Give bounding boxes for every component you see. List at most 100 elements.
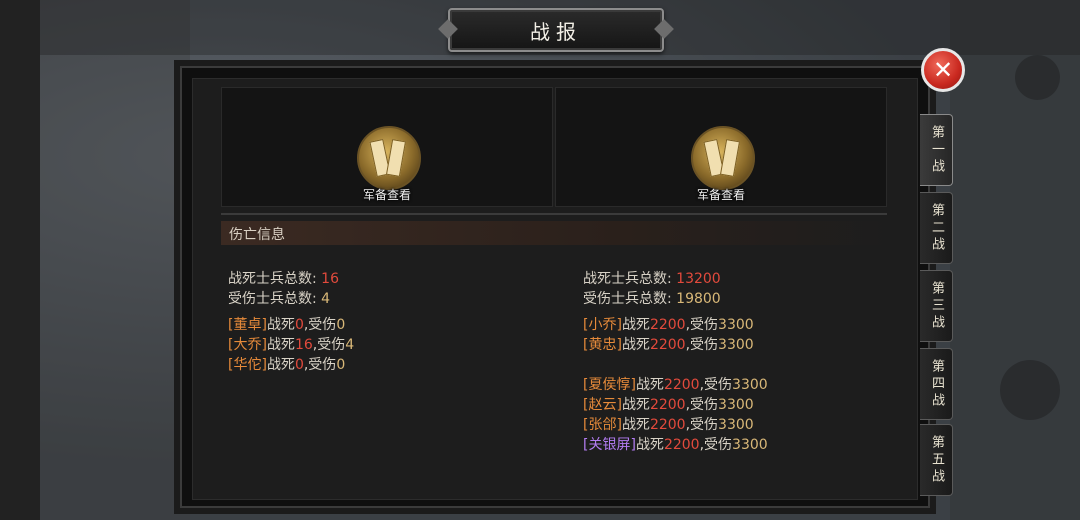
- dead-total-label: 战死士兵总数:: [228, 271, 317, 287]
- casualty-side-left: 战死士兵总数: 16 受伤士兵总数: 4 [董卓]战死0,受伤0 [大乔]战死1…: [228, 269, 354, 375]
- tab-battle-3[interactable]: 第三战: [920, 270, 953, 342]
- general-name: [大乔]: [228, 337, 267, 353]
- general-name: [黄忠]: [583, 337, 622, 353]
- dead-label: 战死: [266, 337, 295, 353]
- wounded-total-label: 受伤士兵总数:: [228, 291, 317, 307]
- screen-edge: [0, 0, 40, 520]
- general-row: [夏侯惇]战死2200,受伤3300: [583, 375, 768, 395]
- wounded-value: 3300: [732, 377, 768, 393]
- dead-value: 16: [294, 337, 313, 353]
- wounded-value: 0: [336, 317, 346, 333]
- general-row: [张郃]战死2200,受伤3300: [583, 415, 768, 435]
- wounded-label: ,受伤: [699, 377, 733, 393]
- page-title: 战报: [530, 19, 582, 44]
- tab-battle-2[interactable]: 第二战: [920, 192, 953, 264]
- tab-label: 第三战: [929, 280, 944, 332]
- general-name: [董卓]: [228, 317, 267, 333]
- dead-label: 战死: [621, 337, 650, 353]
- tab-battle-1[interactable]: 第一战: [920, 114, 953, 186]
- battle-report-panel: 军备查看 军备查看 伤亡信息 战死士兵总数: 16 受伤士兵总数: 4 [董卓]…: [180, 66, 930, 508]
- tab-label: 第一战: [929, 124, 944, 176]
- army-box-right: 军备查看: [555, 87, 887, 207]
- background-decoration: [1000, 360, 1060, 420]
- wounded-value: 3300: [718, 317, 754, 333]
- wounded-value: 3300: [732, 437, 768, 453]
- dead-value: 2200: [663, 437, 700, 453]
- scroll-icon: [719, 139, 741, 177]
- wounded-label: ,受伤: [685, 397, 719, 413]
- dead-total-value: 13200: [676, 271, 721, 287]
- wounded-total-row: 受伤士兵总数: 19800: [583, 289, 768, 309]
- battle-report-inner: 军备查看 军备查看 伤亡信息 战死士兵总数: 16 受伤士兵总数: 4 [董卓]…: [192, 78, 918, 500]
- close-icon: ✕: [932, 56, 954, 84]
- dead-label: 战死: [635, 377, 664, 393]
- general-row: [关银屏]战死2200,受伤3300: [583, 435, 768, 455]
- general-name: [张郃]: [583, 417, 622, 433]
- army-box-left: 军备查看: [221, 87, 553, 207]
- wounded-label: ,受伤: [303, 357, 337, 373]
- dead-label: 战死: [621, 417, 650, 433]
- general-name: [夏侯惇]: [583, 377, 636, 393]
- tab-battle-4[interactable]: 第四战: [920, 348, 953, 420]
- dead-total-row: 战死士兵总数: 16: [228, 269, 354, 289]
- wounded-total-row: 受伤士兵总数: 4: [228, 289, 354, 309]
- dead-label: 战死: [621, 317, 650, 333]
- wounded-value: 0: [336, 357, 346, 373]
- general-row: [赵云]战死2200,受伤3300: [583, 395, 768, 415]
- general-row: [大乔]战死16,受伤4: [228, 335, 354, 355]
- dead-label: 战死: [635, 437, 664, 453]
- wounded-total-value: 19800: [676, 291, 721, 307]
- dead-value: 0: [294, 357, 304, 373]
- dead-total-label: 战死士兵总数:: [583, 271, 672, 287]
- casualty-title: 伤亡信息: [229, 227, 285, 243]
- general-row: [小乔]战死2200,受伤3300: [583, 315, 768, 335]
- dead-value: 2200: [649, 337, 686, 353]
- casualty-header: 伤亡信息: [221, 221, 887, 245]
- background-decoration: [1015, 55, 1060, 100]
- army-view-label-right: 军备查看: [696, 188, 745, 202]
- wounded-label: ,受伤: [685, 317, 719, 333]
- general-row: [华佗]战死0,受伤0: [228, 355, 354, 375]
- army-view-button-left[interactable]: [357, 126, 421, 190]
- wounded-total-label: 受伤士兵总数:: [583, 291, 672, 307]
- dead-value: 2200: [649, 317, 686, 333]
- divider: [221, 213, 887, 215]
- title-plaque: 战报: [448, 8, 664, 52]
- wounded-value: 3300: [718, 397, 754, 413]
- casualty-side-right: 战死士兵总数: 13200 受伤士兵总数: 19800 [小乔]战死2200,受…: [583, 269, 768, 455]
- scroll-icon: [385, 139, 407, 177]
- army-view-button-right[interactable]: [691, 126, 755, 190]
- tab-label: 第五战: [929, 434, 944, 486]
- tab-battle-5[interactable]: 第五战: [920, 424, 953, 496]
- close-button[interactable]: ✕: [921, 48, 965, 92]
- general-row: [黄忠]战死2200,受伤3300: [583, 335, 768, 355]
- tab-label: 第二战: [929, 202, 944, 254]
- dead-value: 0: [294, 317, 304, 333]
- wounded-label: ,受伤: [303, 317, 337, 333]
- wounded-value: 4: [345, 337, 355, 353]
- wounded-value: 3300: [718, 337, 754, 353]
- dead-label: 战死: [266, 357, 295, 373]
- dead-value: 2200: [663, 377, 700, 393]
- army-view-label-left: 军备查看: [362, 188, 411, 202]
- dead-label: 战死: [266, 317, 295, 333]
- wounded-label: ,受伤: [685, 417, 719, 433]
- wounded-label: ,受伤: [312, 337, 346, 353]
- dead-value: 2200: [649, 417, 686, 433]
- dead-label: 战死: [621, 397, 650, 413]
- general-name: [小乔]: [583, 317, 622, 333]
- wounded-total-value: 4: [321, 291, 331, 307]
- wounded-value: 3300: [718, 417, 754, 433]
- dead-value: 2200: [649, 397, 686, 413]
- general-row: [董卓]战死0,受伤0: [228, 315, 354, 335]
- wounded-label: ,受伤: [699, 437, 733, 453]
- dead-total-row: 战死士兵总数: 13200: [583, 269, 768, 289]
- dead-total-value: 16: [321, 271, 339, 287]
- general-name: [赵云]: [583, 397, 622, 413]
- wounded-label: ,受伤: [685, 337, 719, 353]
- tab-label: 第四战: [929, 358, 944, 410]
- background-left-panel: [40, 0, 190, 520]
- general-name: [关银屏]: [583, 437, 636, 453]
- general-name: [华佗]: [228, 357, 267, 373]
